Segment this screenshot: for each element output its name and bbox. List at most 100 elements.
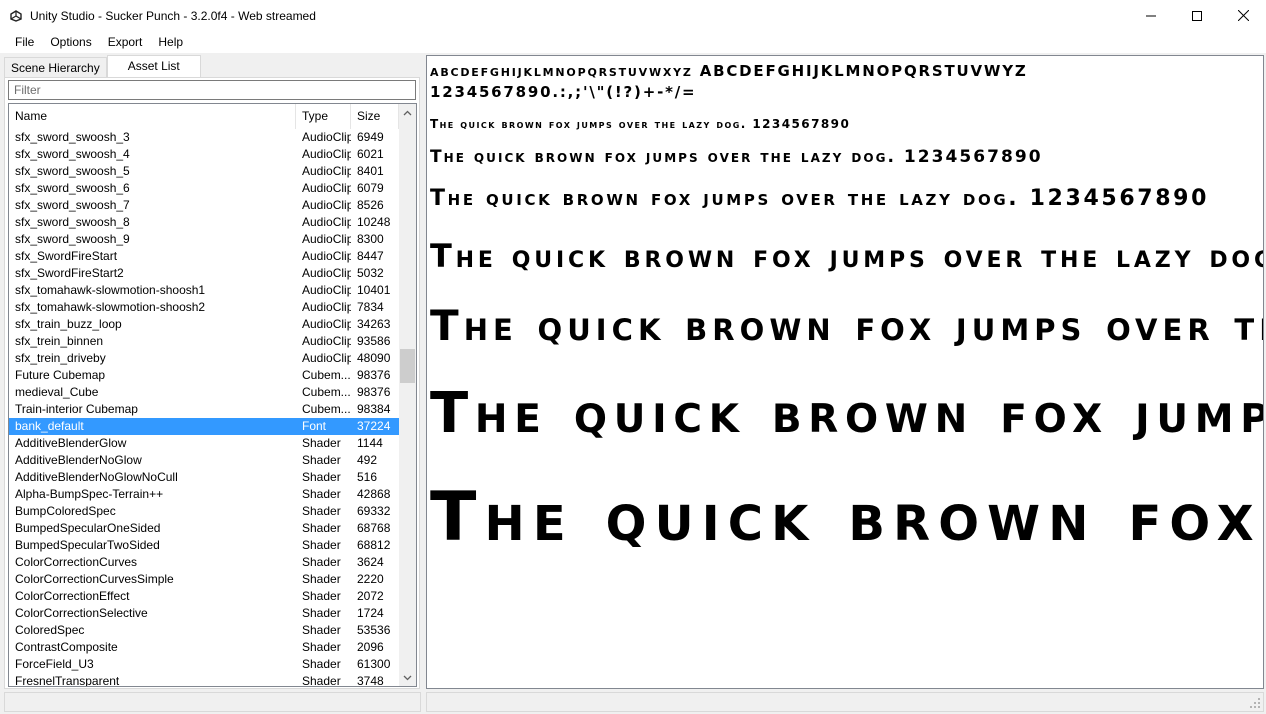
asset-name-cell: sfx_SwordFireStart xyxy=(15,249,118,263)
asset-name-cell: ColoredSpec xyxy=(15,623,85,637)
asset-type-cell: AudioClip xyxy=(302,283,351,297)
table-row[interactable]: sfx_tomahawk-slowmotion-shoosh1 AudioClip… xyxy=(9,282,399,299)
asset-type-cell: Shader xyxy=(302,572,341,586)
table-row[interactable]: Train-interior Cubemap Cubem... 98384 xyxy=(9,401,399,418)
scroll-up-button[interactable] xyxy=(399,104,416,121)
asset-size-cell: 68812 xyxy=(357,538,391,552)
table-row[interactable]: BumpColoredSpec Shader 69332 xyxy=(9,503,399,520)
table-row[interactable]: medieval_Cube Cubem... 98376 xyxy=(9,384,399,401)
asset-name-cell: sfx_sword_swoosh_3 xyxy=(15,130,130,144)
asset-size-cell: 37224 xyxy=(357,419,391,433)
table-row[interactable]: BumpedSpecularOneSided Shader 68768 xyxy=(9,520,399,537)
table-row[interactable]: ColoredSpec Shader 53536 xyxy=(9,622,399,639)
close-button[interactable] xyxy=(1220,0,1266,31)
asset-size-cell: 10248 xyxy=(357,215,391,229)
list-header: Name Type Size xyxy=(9,104,399,129)
table-row[interactable]: BumpedSpecularTwoSided Shader 68812 xyxy=(9,537,399,554)
tab-asset-list[interactable]: Asset List xyxy=(106,55,201,78)
menu-help[interactable]: Help xyxy=(150,31,191,53)
table-row[interactable]: AdditiveBlenderNoGlow Shader 492 xyxy=(9,452,399,469)
maximize-button[interactable] xyxy=(1174,0,1220,31)
menu-options[interactable]: Options xyxy=(42,31,99,53)
table-row[interactable]: Future Cubemap Cubem... 98376 xyxy=(9,367,399,384)
filter-input[interactable]: Filter xyxy=(8,80,416,100)
table-row[interactable]: AdditiveBlenderGlow Shader 1144 xyxy=(9,435,399,452)
preview-sample-12: The quick brown fox jumps over the lazy … xyxy=(430,117,851,131)
column-header-size[interactable]: Size xyxy=(351,104,399,129)
asset-size-cell: 61300 xyxy=(357,657,391,671)
menu-file[interactable]: File xyxy=(7,31,42,53)
chevron-up-icon xyxy=(403,110,412,115)
scroll-thumb[interactable] xyxy=(400,349,415,383)
table-row[interactable]: ColorCorrectionCurves Shader 3624 xyxy=(9,554,399,571)
asset-size-cell: 8401 xyxy=(357,164,384,178)
table-row[interactable]: ColorCorrectionEffect Shader 2072 xyxy=(9,588,399,605)
table-row[interactable]: ForceField_U3 Shader 61300 xyxy=(9,656,399,673)
asset-type-cell: AudioClip xyxy=(302,198,351,212)
table-row[interactable]: sfx_sword_swoosh_4 AudioClip 6021 xyxy=(9,146,399,163)
asset-name-cell: sfx_sword_swoosh_5 xyxy=(15,164,130,178)
table-row[interactable]: Alpha-BumpSpec-Terrain++ Shader 42868 xyxy=(9,486,399,503)
table-row[interactable]: sfx_trein_binnen AudioClip 93586 xyxy=(9,333,399,350)
table-row[interactable]: FresnelTransparent Shader 3748 xyxy=(9,673,399,686)
window-title: Unity Studio - Sucker Punch - 3.2.0f4 - … xyxy=(30,8,316,23)
list-rows: sfx_sword_swoosh_3 AudioClip 6949 sfx_sword… xyxy=(9,129,399,686)
asset-name-cell: AdditiveBlenderGlow xyxy=(15,436,127,450)
table-row[interactable]: sfx_sword_swoosh_5 AudioClip 8401 xyxy=(9,163,399,180)
table-row[interactable]: ColorCorrectionSelective Shader 1724 xyxy=(9,605,399,622)
table-row[interactable]: sfx_train_buzz_loop AudioClip 34263 xyxy=(9,316,399,333)
asset-size-cell: 6021 xyxy=(357,147,384,161)
asset-type-cell: AudioClip xyxy=(302,266,351,280)
asset-size-cell: 8300 xyxy=(357,232,384,246)
asset-size-cell: 2220 xyxy=(357,572,384,586)
table-row[interactable]: sfx_tomahawk-slowmotion-shoosh2 AudioClip… xyxy=(9,299,399,316)
table-row[interactable]: sfx_SwordFireStart2 AudioClip 5032 xyxy=(9,265,399,282)
asset-type-cell: AudioClip xyxy=(302,147,351,161)
left-panel: Scene Hierarchy Asset List Filter Name T… xyxy=(4,55,421,689)
asset-type-cell: Shader xyxy=(302,521,341,535)
minimize-button[interactable] xyxy=(1128,0,1174,31)
menu-export[interactable]: Export xyxy=(100,31,151,53)
asset-size-cell: 98376 xyxy=(357,385,391,399)
asset-name-cell: sfx_tomahawk-slowmotion-shoosh2 xyxy=(15,300,206,314)
asset-name-cell: sfx_sword_swoosh_8 xyxy=(15,215,130,229)
asset-name-cell: ColorCorrectionSelective xyxy=(15,606,148,620)
asset-size-cell: 2096 xyxy=(357,640,384,654)
table-row[interactable]: sfx_sword_swoosh_3 AudioClip 6949 xyxy=(9,129,399,146)
asset-name-cell: ColorCorrectionCurvesSimple xyxy=(15,572,174,586)
table-row[interactable]: ContrastComposite Shader 2096 xyxy=(9,639,399,656)
asset-size-cell: 69332 xyxy=(357,504,391,518)
asset-type-cell: AudioClip xyxy=(302,249,351,263)
table-row[interactable]: bank_default Font 37224 xyxy=(9,418,399,435)
table-row[interactable]: sfx_sword_swoosh_6 AudioClip 6079 xyxy=(9,180,399,197)
asset-size-cell: 6079 xyxy=(357,181,384,195)
table-row[interactable]: ColorCorrectionCurvesSimple Shader 2220 xyxy=(9,571,399,588)
font-preview-panel[interactable]: abcdefghijklmnopqrstuvwxyz ABCDEFGHIJKLM… xyxy=(426,55,1264,689)
asset-type-cell: Shader xyxy=(302,470,341,484)
asset-type-cell: Shader xyxy=(302,657,341,671)
asset-size-cell: 42868 xyxy=(357,487,391,501)
asset-name-cell: Train-interior Cubemap xyxy=(15,402,138,416)
menu-bar: File Options Export Help xyxy=(0,31,1266,53)
resize-grip-icon xyxy=(1250,698,1260,708)
tab-scene-hierarchy[interactable]: Scene Hierarchy xyxy=(4,57,107,78)
asset-type-cell: Shader xyxy=(302,555,341,569)
scroll-down-button[interactable] xyxy=(399,669,416,686)
asset-list-view[interactable]: Name Type Size sfx_sword_swoosh_3 AudioCl… xyxy=(8,103,417,687)
asset-type-cell: Shader xyxy=(302,504,341,518)
asset-type-cell: AudioClip xyxy=(302,164,351,178)
asset-size-cell: 5032 xyxy=(357,266,384,280)
column-header-type[interactable]: Type xyxy=(296,104,351,129)
asset-name-cell: ColorCorrectionCurves xyxy=(15,555,138,569)
preview-sample-18: The quick brown fox jumps over the lazy … xyxy=(430,147,1043,167)
column-header-name[interactable]: Name xyxy=(9,104,296,129)
asset-type-cell: Shader xyxy=(302,487,341,501)
right-status-bar xyxy=(426,692,1264,712)
table-row[interactable]: AdditiveBlenderNoGlowNoCull Shader 516 xyxy=(9,469,399,486)
table-row[interactable]: sfx_SwordFireStart AudioClip 8447 xyxy=(9,248,399,265)
table-row[interactable]: sfx_trein_driveby AudioClip 48090 xyxy=(9,350,399,367)
table-row[interactable]: sfx_sword_swoosh_8 AudioClip 10248 xyxy=(9,214,399,231)
vertical-scrollbar[interactable] xyxy=(399,104,416,686)
table-row[interactable]: sfx_sword_swoosh_9 AudioClip 8300 xyxy=(9,231,399,248)
table-row[interactable]: sfx_sword_swoosh_7 AudioClip 8526 xyxy=(9,197,399,214)
